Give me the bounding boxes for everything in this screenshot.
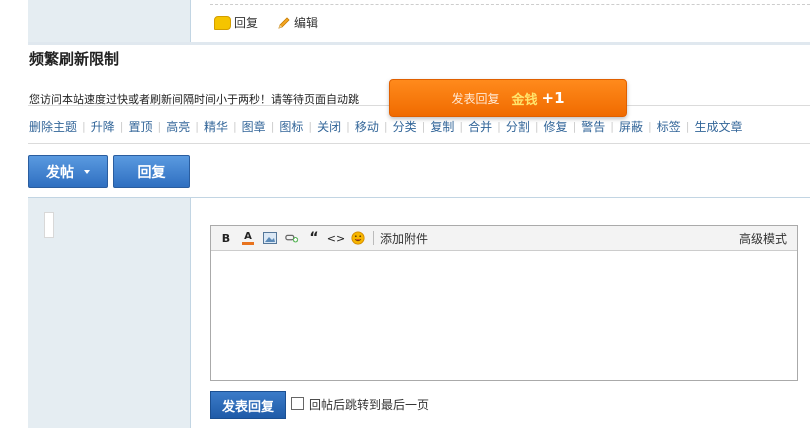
image-icon[interactable] [263, 231, 277, 245]
reply-button-label: 回复 [137, 164, 166, 181]
moderation-separator: | [648, 120, 652, 133]
reply-link[interactable]: 回复 [214, 14, 258, 31]
jump-to-last-page-label: 回帖后跳转到最后一页 [309, 398, 430, 412]
moderation-separator: | [497, 120, 501, 133]
link-icon[interactable] [285, 231, 299, 245]
toast-text: 发表回复 [451, 91, 500, 106]
moderation-separator: | [421, 120, 426, 133]
smiley-glyph [351, 231, 365, 245]
moderation-action[interactable]: 标签 [657, 118, 681, 135]
attach-file-button[interactable]: 添加附件 [380, 230, 428, 247]
moderation-separator: | [534, 120, 539, 133]
moderation-action[interactable]: 图章 [242, 118, 266, 135]
pencil-icon [278, 16, 290, 29]
toolbar-separator [373, 231, 374, 245]
moderation-separator: | [119, 120, 124, 133]
moderation-separator: | [157, 120, 162, 133]
edit-link[interactable]: 编辑 [277, 14, 318, 31]
moderation-separator: | [610, 120, 615, 133]
reply-button[interactable]: 回复 [113, 155, 190, 188]
moderation-separator: | [572, 120, 577, 133]
moderation-action[interactable]: 分割 [506, 118, 530, 135]
moderation-action[interactable]: 移动 [355, 118, 379, 135]
avatar [44, 212, 54, 238]
font-color-icon[interactable]: A [241, 231, 255, 245]
font-color-swatch [242, 241, 254, 245]
reply-link-label: 回复 [234, 16, 259, 30]
moderation-divider [28, 143, 810, 144]
new-post-button[interactable]: 发帖 [28, 155, 108, 188]
new-post-button-label: 发帖 [46, 164, 74, 181]
moderation-action[interactable]: 升降 [91, 118, 115, 135]
moderation-separator: | [685, 120, 690, 133]
reply-bubble-icon [214, 15, 231, 30]
smiley-icon[interactable] [351, 231, 365, 245]
edit-link-label: 编辑 [294, 16, 319, 30]
moderation-action[interactable]: 高亮 [166, 118, 190, 135]
submit-reply-button[interactable]: 发表回复 [210, 391, 286, 419]
advanced-mode-link[interactable]: 高级模式 [739, 230, 787, 247]
moderation-action[interactable]: 复制 [430, 118, 454, 135]
bold-icon[interactable]: B [219, 231, 233, 245]
jump-to-last-page-checkbox[interactable] [291, 397, 304, 410]
post-author-column [28, 0, 191, 42]
image-glyph [263, 232, 277, 244]
moderation-action[interactable]: 分类 [393, 118, 417, 135]
moderation-action[interactable]: 合并 [468, 118, 492, 135]
code-icon[interactable]: <> [327, 231, 345, 245]
moderation-action[interactable]: 生成文章 [694, 118, 742, 135]
moderation-action[interactable]: 置顶 [128, 118, 152, 135]
moderation-separator: | [270, 120, 275, 133]
dropdown-caret-icon [84, 169, 90, 174]
moderation-separator: | [346, 120, 350, 133]
notice-title: 频繁刷新限制 [29, 50, 120, 68]
link-glyph [285, 234, 299, 243]
moderation-separator: | [383, 120, 388, 133]
moderation-separator: | [232, 120, 237, 133]
reply-editor: B A “ <> 添加附件 高级模式 [210, 225, 798, 381]
post-divider [210, 4, 810, 5]
quote-icon[interactable]: “ [307, 230, 321, 246]
moderation-action[interactable]: 屏蔽 [619, 118, 643, 135]
post-separator [28, 42, 810, 45]
reply-textarea[interactable] [211, 251, 797, 380]
font-color-letter: A [244, 230, 252, 242]
toast-coins-label: 金钱 [511, 92, 538, 108]
editor-toolbar: B A “ <> 添加附件 高级模式 [211, 226, 797, 251]
moderation-action[interactable]: 图标 [279, 118, 303, 135]
moderation-action[interactable]: 关闭 [317, 118, 341, 135]
moderation-separator: | [308, 120, 313, 133]
toast-plus-value: +1 [541, 89, 565, 107]
moderation-action[interactable]: 精华 [204, 118, 228, 135]
reward-toast: 发表回复 金钱 +1 [389, 79, 627, 117]
moderation-separator: | [195, 120, 199, 133]
moderation-action[interactable]: 修复 [544, 118, 568, 135]
moderation-separator: | [459, 120, 464, 133]
moderation-separator: | [82, 120, 86, 133]
moderation-bar: 删除主题 | 升降 | 置顶 | 高亮 | 精华 | 图章 | 图标 | 关闭 | 移动 | 分类 | 复制 | 合并 | 分割… [29, 118, 743, 135]
moderation-action[interactable]: 警告 [581, 118, 605, 135]
moderation-action[interactable]: 删除主题 [29, 118, 77, 135]
